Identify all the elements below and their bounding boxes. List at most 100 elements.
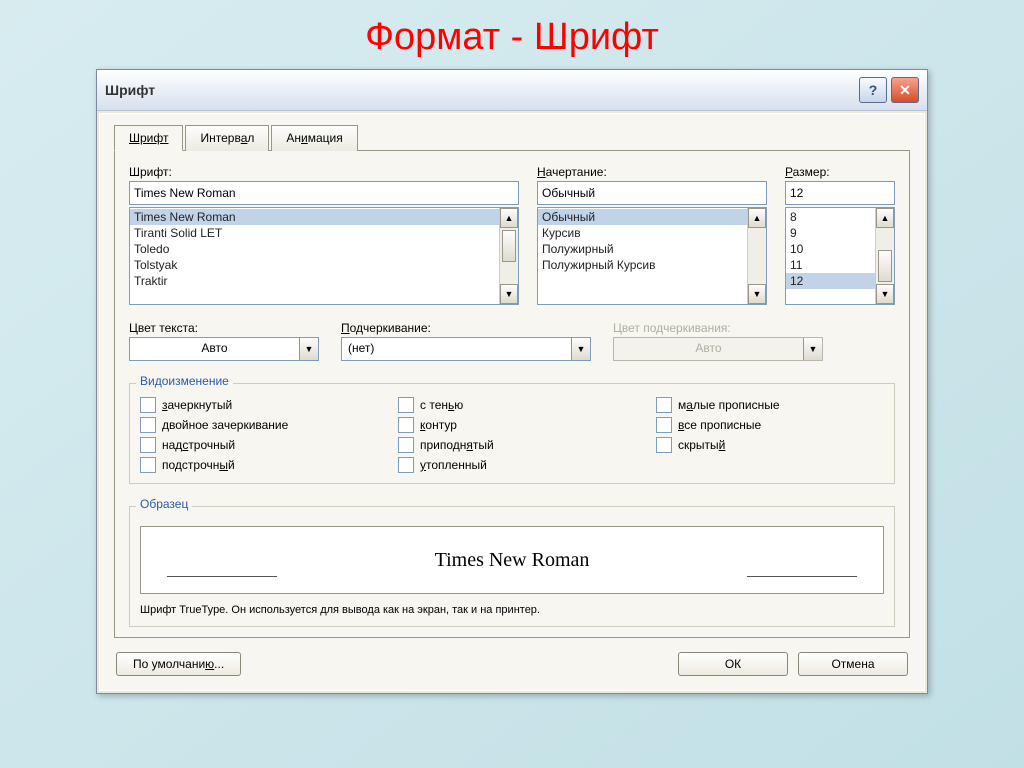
tab-panel: Шрифт: Times New Roman Tiranti Solid LET… [114,150,910,638]
font-input[interactable] [129,181,519,205]
underline-combo[interactable]: (нет) ▼ [341,337,591,361]
checkbox-icon[interactable] [398,397,414,413]
underline-label: Подчеркивание: [341,321,591,335]
checkbox-icon[interactable] [140,437,156,453]
titlebar-buttons: ? ✕ [859,77,919,103]
size-listbox[interactable]: 8 9 10 11 12 ▲ ▼ [785,207,895,305]
check-superscript[interactable]: надстрочный [140,437,368,453]
text-color-combo[interactable]: Авто ▼ [129,337,319,361]
check-strikethrough[interactable]: зачеркнутый [140,397,368,413]
check-allcaps[interactable]: все прописные [656,417,884,433]
scroll-thumb[interactable] [502,230,516,262]
scroll-up-icon[interactable]: ▲ [748,208,766,228]
scroll-track[interactable] [748,228,766,284]
tab-spacing[interactable]: Интервал [185,125,269,151]
preview-fieldset: Образец Times New Roman Шрифт TrueType. … [129,506,895,627]
close-button[interactable]: ✕ [891,77,919,103]
list-item[interactable]: Курсив [538,225,747,241]
default-button[interactable]: По умолчанию... [116,652,241,676]
chevron-down-icon: ▼ [803,338,822,360]
text-color-label: Цвет текста: [129,321,319,335]
list-item[interactable]: Toledo [130,241,499,257]
check-engrave[interactable]: утопленный [398,457,626,473]
list-item[interactable]: 11 [786,257,875,273]
scroll-down-icon[interactable]: ▼ [876,284,894,304]
underline-col: Подчеркивание: (нет) ▼ [341,321,591,361]
check-label: контур [420,418,457,432]
list-item[interactable]: Tolstyak [130,257,499,273]
checkbox-icon[interactable] [140,457,156,473]
effects-fieldset: Видоизменение зачеркнутый с тенью малые … [129,383,895,484]
list-item[interactable]: Полужирный [538,241,747,257]
font-dialog: Шрифт ? ✕ Шрифт Интервал Анимация Шрифт:… [96,69,928,694]
size-input[interactable] [785,181,895,205]
checkbox-icon[interactable] [398,437,414,453]
list-item[interactable]: Полужирный Курсив [538,257,747,273]
font-listbox[interactable]: Times New Roman Tiranti Solid LET Toledo… [129,207,519,305]
style-listbox[interactable]: Обычный Курсив Полужирный Полужирный Кур… [537,207,767,305]
chevron-down-icon[interactable]: ▼ [571,338,590,360]
font-hint: Шрифт TrueType. Он используется для выво… [140,604,884,616]
font-label: Шрифт: [129,165,519,179]
tab-animation[interactable]: Анимация [271,125,357,151]
tab-font[interactable]: Шрифт [114,125,183,151]
checkbox-icon[interactable] [656,417,672,433]
check-hidden[interactable]: скрытый [656,437,884,453]
check-smallcaps[interactable]: малые прописные [656,397,884,413]
checkbox-icon[interactable] [398,457,414,473]
style-scrollbar[interactable]: ▲ ▼ [747,208,766,304]
style-list-items: Обычный Курсив Полужирный Полужирный Кур… [538,208,747,304]
check-label: утопленный [420,458,487,472]
check-subscript[interactable]: подстрочный [140,457,368,473]
checkbox-icon[interactable] [656,397,672,413]
effects-grid: зачеркнутый с тенью малые прописные двой… [140,397,884,473]
checkbox-icon[interactable] [398,417,414,433]
check-label: малые прописные [678,398,780,412]
list-item[interactable]: 8 [786,209,875,225]
scroll-down-icon[interactable]: ▼ [748,284,766,304]
underline-color-label: Цвет подчеркивания: [613,321,823,335]
check-label: зачеркнутый [162,398,232,412]
check-outline[interactable]: контур [398,417,626,433]
tab-font-label: Шрифт [129,131,168,145]
scroll-track[interactable] [500,264,518,284]
font-list-items: Times New Roman Tiranti Solid LET Toledo… [130,208,499,304]
tab-animation-label: Анимация [286,131,342,145]
list-item[interactable]: 10 [786,241,875,257]
scroll-up-icon[interactable]: ▲ [876,208,894,228]
underline-color-col: Цвет подчеркивания: Авто ▼ [613,321,823,361]
cancel-button[interactable]: Отмена [798,652,908,676]
titlebar: Шрифт ? ✕ [97,70,927,111]
style-input[interactable] [537,181,767,205]
list-item[interactable]: Times New Roman [130,209,499,225]
check-label: подстрочный [162,458,235,472]
checkbox-icon[interactable] [140,417,156,433]
help-button[interactable]: ? [859,77,887,103]
list-item[interactable]: 9 [786,225,875,241]
row-font-style-size: Шрифт: Times New Roman Tiranti Solid LET… [129,165,895,305]
check-shadow[interactable]: с тенью [398,397,626,413]
scroll-track[interactable] [876,228,894,248]
chevron-down-icon[interactable]: ▼ [299,338,318,360]
checkbox-icon[interactable] [140,397,156,413]
checkbox-icon[interactable] [656,437,672,453]
button-row: По умолчанию... ОК Отмена [114,652,910,676]
list-item[interactable]: Обычный [538,209,747,225]
tab-strip: Шрифт Интервал Анимация [114,124,910,150]
scroll-thumb[interactable] [878,250,892,282]
scroll-down-icon[interactable]: ▼ [500,284,518,304]
list-item[interactable]: Tiranti Solid LET [130,225,499,241]
list-item[interactable]: Traktir [130,273,499,289]
preview-text: Times New Roman [435,549,590,572]
check-double-strike[interactable]: двойное зачеркивание [140,417,368,433]
page-heading: Формат - Шрифт [0,0,1024,69]
underline-value: (нет) [342,338,571,360]
check-emboss[interactable]: приподнятый [398,437,626,453]
font-scrollbar[interactable]: ▲ ▼ [499,208,518,304]
size-column: Размер: 8 9 10 11 12 ▲ [785,165,895,305]
size-scrollbar[interactable]: ▲ ▼ [875,208,894,304]
ok-button[interactable]: ОК [678,652,788,676]
preview-underline-right [747,575,857,577]
scroll-up-icon[interactable]: ▲ [500,208,518,228]
list-item[interactable]: 12 [786,273,875,289]
